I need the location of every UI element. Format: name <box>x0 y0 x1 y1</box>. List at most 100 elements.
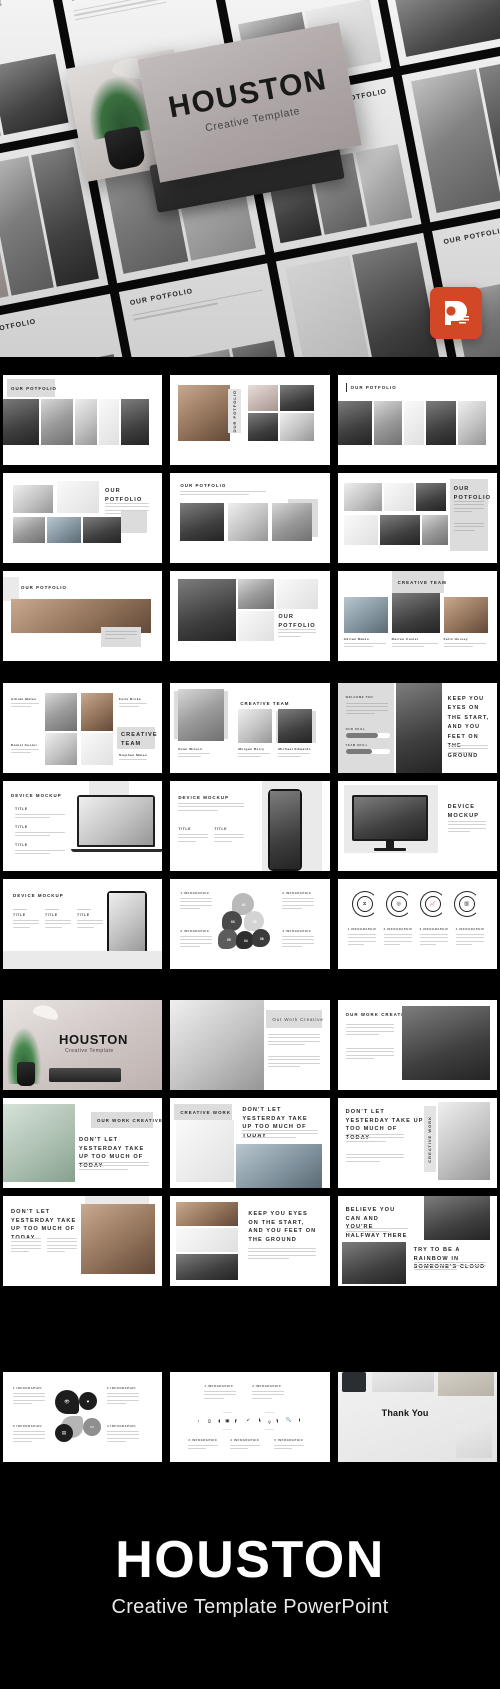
slide-thumbnail[interactable]: WELCOME TOO OUR SKILL TEAM SKILL KEEP YO… <box>337 683 497 773</box>
slide-thumbnail[interactable]: OUR WORK CREATIVE DON'T LET YESTERDAY TA… <box>3 1098 163 1188</box>
slide-thumbnail[interactable]: CREATIVE TEAM Evan Wilson Morgan Berry M… <box>170 683 330 773</box>
body-text-lines <box>268 1056 321 1069</box>
infographic-label: 3 INFOGRAPHIC <box>419 927 449 931</box>
slide-thumbnail[interactable]: CREATIVE WORK DON'T LET YESTERDAY TAKE U… <box>170 1098 330 1188</box>
body-text-lines <box>282 936 315 949</box>
infographic-label: 2 INFOGRAPHIC <box>383 927 413 931</box>
slide-heading: BELIEVE YOU CAN AND YOU'RE HALFWAY THERE <box>345 1207 408 1239</box>
photo-placeholder <box>81 733 113 765</box>
slide-thumbnail[interactable]: OUR POTFOLIO <box>170 571 330 661</box>
slide-thumbnail[interactable]: DEVICE MOCKUP TITLE TITLE <box>170 781 330 871</box>
slide-title: OUR POTFOLIO <box>453 486 492 501</box>
slide-thumbnail[interactable]: DEVICE MOCKUP TITLE TITLE TITLE <box>3 781 163 871</box>
body-text-lines <box>178 803 245 813</box>
monitor-neck <box>385 841 394 848</box>
divider <box>77 909 91 910</box>
vertical-title-tag: CREATIVE WORK <box>423 1106 436 1172</box>
slide-thumbnail[interactable]: DEVICE MOCKUP <box>337 781 497 871</box>
hero-slide: OUR POTFOLIO <box>0 294 139 357</box>
powerpoint-icon <box>430 287 482 339</box>
slide-thumbnail[interactable]: BELIEVE YOU CAN AND YOU'RE HALFWAY THERE… <box>337 1196 497 1286</box>
body-text-lines <box>383 934 412 947</box>
slide-thumbnail[interactable]: Thank You <box>337 1372 497 1462</box>
body-text-lines <box>214 834 245 844</box>
slide-title: OUR WORK CREATIVE <box>97 1118 163 1123</box>
slide-thumbnail[interactable]: DEVICE MOCKUP TITLE TITLE TITLE <box>3 879 163 969</box>
slide-thumbnail[interactable]: OUR WORK CREATIVE <box>337 1000 497 1090</box>
slide-thumbnail[interactable]: OUR POTFOLIO <box>337 473 497 563</box>
slide-thumbnail[interactable]: OUR POTFOLIO <box>170 473 330 563</box>
notepad-photo <box>455 1424 492 1458</box>
hero-slide: TRY TO BE A RAINBOW IN SOMEONE'S CLOUD <box>371 0 500 66</box>
chart-line-icon: 📈 <box>424 896 441 912</box>
photo-placeholder <box>248 413 279 441</box>
slide-thumbnail[interactable]: OUR POTFOLIO <box>3 473 163 563</box>
slide-row: Adrian Mateo Felix Broke CREATIVE TEAM D… <box>0 683 500 773</box>
body-text-lines <box>45 920 71 930</box>
photo-placeholder <box>395 0 500 57</box>
body-text-lines <box>13 1431 45 1444</box>
slide-thumbnail[interactable]: CREATIVE TEAM Adrian Mateo Darren Cusler… <box>337 571 497 661</box>
slide-title: HOUSTON <box>59 1032 128 1047</box>
slide-thumbnail[interactable]: Out Work Creative <box>170 1000 330 1090</box>
photo-placeholder <box>403 401 424 445</box>
slide-title: OUR POTFOLIO <box>350 385 397 390</box>
photo-placeholder <box>457 401 486 445</box>
slide-title: OUR POTFOLIO <box>278 614 316 629</box>
photo-placeholder <box>178 385 231 441</box>
body-text-lines <box>11 1238 41 1254</box>
slide-thumbnail[interactable]: Adrian Mateo Felix Broke CREATIVE TEAM D… <box>3 683 163 773</box>
body-text-lines <box>11 749 39 756</box>
infographic-label: 5 INFOGRAPHIC <box>274 1438 304 1442</box>
infographic-label: 4 INFOGRAPHIC <box>107 1424 137 1428</box>
slide-thumbnail[interactable]: 1 INFOGRAPHIC 2 INFOGRAPHIC 3 INFOGRAPHI… <box>3 1372 163 1462</box>
body-text-lines <box>453 523 484 533</box>
body-text-lines <box>204 1391 237 1401</box>
body-text-lines <box>105 631 137 641</box>
slide-thumbnail[interactable]: OUR POTFOLIO <box>3 375 163 465</box>
title-rule <box>345 383 347 392</box>
slide-title: CREATIVE TEAM <box>397 580 447 585</box>
slide-thumbnail[interactable]: DON'T LET YESTERDAY TAKE UP TOO MUCH OF … <box>3 1196 163 1286</box>
slide-thumbnail[interactable]: 1 INFOGRAPHIC 2 INFOGRAPHIC 3 INFOGRAPHI… <box>170 879 330 969</box>
photo-placeholder <box>415 483 446 511</box>
accent-band <box>3 951 163 969</box>
gift-icon: ▤ <box>61 1430 67 1435</box>
slide-title: DEVICE MOCKUP <box>447 804 480 819</box>
list-item-label: TITLE <box>15 807 28 811</box>
list-item-label: TITLE <box>178 827 192 831</box>
slide-title: OUR POTFOLIO <box>105 488 143 503</box>
body-text-lines <box>345 703 388 716</box>
photo-placeholder <box>13 517 45 543</box>
body-text-lines <box>282 898 315 911</box>
body-text-lines <box>15 850 65 857</box>
slide-row: 1 INFOGRAPHIC 2 INFOGRAPHIC 3 INFOGRAPHI… <box>0 1372 500 1462</box>
body-text-lines <box>345 1134 404 1144</box>
slide-thumbnail[interactable]: OUR POTFOLIO <box>170 375 330 465</box>
photo-placeholder <box>41 399 73 445</box>
hero-slide <box>401 45 500 223</box>
hero-slide-title: OUR WORK CREATIVE <box>0 0 4 24</box>
photo-placeholder <box>373 401 402 445</box>
photo-placeholder <box>176 1120 235 1182</box>
list-item-label: TITLE <box>214 827 228 831</box>
slide-thumbnail[interactable]: HOUSTON Creative Template <box>3 1000 163 1090</box>
slide-title: OUR POTFOLIO <box>21 585 68 590</box>
slide-thumbnail[interactable]: OUR POTFOLIO <box>3 571 163 661</box>
photo-placeholder <box>75 399 97 445</box>
monitor-foot <box>373 848 406 851</box>
hero-preview-collage: OUR WORK CREATIVE DON'T LET YESTERDAY TA… <box>0 0 500 357</box>
slide-subtitle: Creative Template <box>65 1048 114 1054</box>
slide-thumbnail[interactable]: KEEP YOU EYES ON THE START, AND YOU FEET… <box>170 1196 330 1286</box>
team-member-name: Felix Horsey <box>443 637 469 641</box>
slide-thumbnail[interactable]: ⧖ ◎ 📈 ▥ 1 INFOGRAPHIC 2 INFOGRAPHIC 3 IN… <box>337 879 497 969</box>
infographic-label: 1 INFOGRAPHIC <box>13 1386 43 1390</box>
slide-thumbnail[interactable]: DON'T LET YESTERDAY TAKE UP TOO MUCH OF … <box>337 1098 497 1188</box>
skill-bar-fill <box>345 749 372 754</box>
tablet-screen <box>109 893 145 953</box>
body-text-lines <box>278 753 311 760</box>
slide-thumbnail[interactable]: OUR POTFOLIO <box>337 375 497 465</box>
slide-row: HOUSTON Creative Template Out Work Creat… <box>0 1000 500 1090</box>
body-text-lines <box>13 920 39 930</box>
slide-thumbnail[interactable]: 1 INFOGRAPHIC 2 INFOGRAPHIC ⏱ ▣ ↙ ϙ 🔍 3 … <box>170 1372 330 1462</box>
